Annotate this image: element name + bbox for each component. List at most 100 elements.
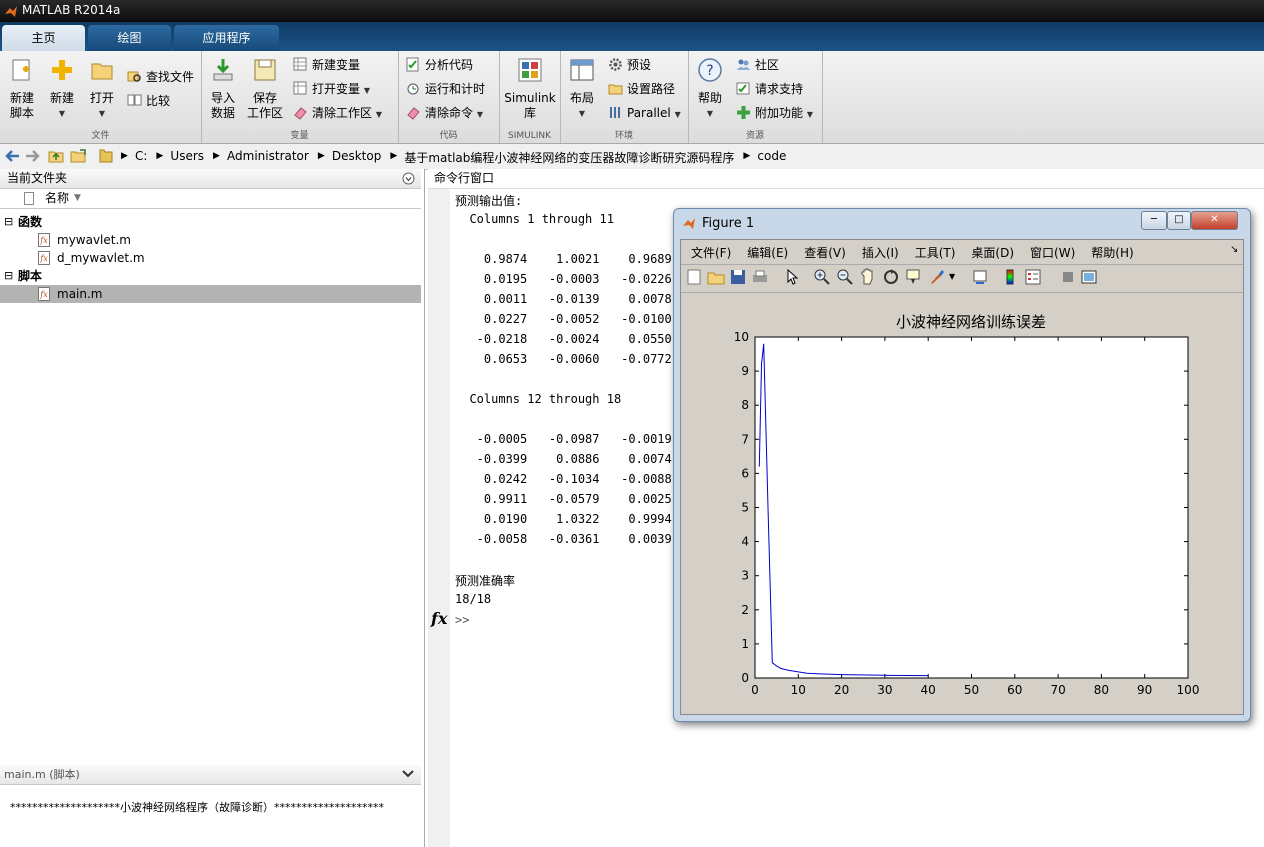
tree-group[interactable]: ⊟ 函数 xyxy=(0,213,421,231)
simulink-icon xyxy=(518,58,542,82)
new-figure-icon[interactable] xyxy=(685,268,703,286)
brush-icon[interactable] xyxy=(928,268,946,286)
zoom-out-icon[interactable] xyxy=(836,268,854,286)
figure-menu-item[interactable]: 工具(T) xyxy=(915,244,956,261)
simulink-library-button[interactable]: Simulink 库 xyxy=(503,55,557,121)
sort-desc-icon[interactable]: ▼ xyxy=(74,189,81,208)
show-plot-tools-icon[interactable] xyxy=(1080,268,1098,286)
chevron-down-icon[interactable]: ▼ xyxy=(477,110,483,119)
new-button[interactable]: 新建 ▼ xyxy=(44,55,80,121)
svg-text:fx: fx xyxy=(39,236,48,245)
breadcrumb-item[interactable]: Administrator xyxy=(227,149,309,163)
analyze-code-button[interactable]: 分析代码 xyxy=(406,55,473,75)
tab-apps[interactable]: 应用程序 xyxy=(174,25,279,51)
breadcrumb-separator-icon[interactable]: ▶ xyxy=(156,151,163,161)
chevron-down-icon[interactable]: ▼ xyxy=(807,110,813,119)
command-window-title: 命令行窗口 xyxy=(434,171,495,185)
breadcrumb-separator-icon[interactable]: ▶ xyxy=(121,151,128,161)
chevron-down-icon[interactable]: ▼ xyxy=(376,110,382,119)
file-list-item[interactable]: fx mywavlet.m xyxy=(0,231,421,249)
figure-menu-item[interactable]: 窗口(W) xyxy=(1030,244,1075,261)
data-cursor-icon[interactable] xyxy=(905,268,923,286)
print-icon[interactable] xyxy=(751,268,769,286)
panel-menu-icon[interactable] xyxy=(402,172,415,185)
layout-button[interactable]: 布局 ▼ xyxy=(566,55,598,121)
m-file-icon: fx xyxy=(38,287,50,301)
pan-hand-icon[interactable] xyxy=(859,268,877,286)
m-file-icon: fx xyxy=(38,233,50,247)
select-pointer-icon[interactable] xyxy=(783,268,801,286)
browse-folder-icon[interactable] xyxy=(70,148,87,164)
y-tick-label: 10 xyxy=(734,330,749,344)
back-arrow-icon[interactable] xyxy=(4,149,20,163)
up-folder-icon[interactable] xyxy=(48,148,64,164)
new-variable-button[interactable]: 新建变量 xyxy=(293,55,360,75)
rotate-3d-icon[interactable] xyxy=(882,268,900,286)
column-header: 名称 ▼ xyxy=(0,189,421,209)
open-button[interactable]: 打开 ▼ xyxy=(84,55,120,121)
zoom-in-icon[interactable] xyxy=(813,268,831,286)
parallel-button[interactable]: Parallel ▼ xyxy=(608,103,681,123)
figure-menu-item[interactable]: 文件(F) xyxy=(691,244,731,261)
add-ons-button[interactable]: 附加功能 ▼ xyxy=(736,103,813,123)
command-prompt[interactable]: >> xyxy=(455,613,469,627)
breadcrumb-item[interactable]: Users xyxy=(170,149,204,163)
axes-box[interactable] xyxy=(754,336,1189,679)
find-files-button[interactable]: 查找文件 xyxy=(127,67,194,87)
open-variable-button[interactable]: 打开变量 ▼ xyxy=(293,79,370,99)
analyze-code-label: 分析代码 xyxy=(425,58,474,72)
community-button[interactable]: 社区 xyxy=(736,55,779,75)
chevron-down-icon[interactable]: ▼ xyxy=(675,110,681,119)
file-list-item[interactable]: fx main.m xyxy=(0,285,421,303)
maximize-button[interactable]: □ xyxy=(1167,211,1191,230)
figure-menu-item[interactable]: 查看(V) xyxy=(804,244,846,261)
chevron-down-icon[interactable] xyxy=(402,769,414,779)
minimize-button[interactable]: ─ xyxy=(1141,211,1167,230)
close-button[interactable]: ✕ xyxy=(1191,211,1238,230)
chevron-down-icon[interactable]: ▼ xyxy=(949,268,967,286)
open-file-icon[interactable] xyxy=(707,268,725,286)
training-error-chart[interactable]: 小波神经网络训练误差 0 10 20 30 40 50 60 70 80 90 100 0 1 2 3 4 5 6… xyxy=(681,293,1243,712)
breadcrumb-separator-icon[interactable]: ▶ xyxy=(213,151,220,161)
tab-home[interactable]: 主页 xyxy=(2,25,85,51)
compare-button[interactable]: 比较 xyxy=(127,91,170,111)
figure-menu-item[interactable]: 桌面(D) xyxy=(971,244,1014,261)
figure-menu-item[interactable]: 编辑(E) xyxy=(747,244,788,261)
new-script-button[interactable]: 新建 脚本 xyxy=(4,55,40,121)
legend-icon[interactable] xyxy=(1024,268,1042,286)
clear-commands-button[interactable]: 清除命令 ▼ xyxy=(406,103,483,123)
colorbar-icon[interactable] xyxy=(1001,268,1019,286)
file-list-item[interactable]: fx d_mywavlet.m xyxy=(0,249,421,267)
x-tick-label: 40 xyxy=(921,683,936,697)
breadcrumb-separator-icon[interactable]: ▶ xyxy=(318,151,325,161)
breadcrumb-item[interactable]: code xyxy=(757,149,786,163)
breadcrumb-item[interactable]: C: xyxy=(135,149,147,163)
tree-group[interactable]: ⊟ 脚本 xyxy=(0,267,421,285)
clear-workspace-button[interactable]: 清除工作区 ▼ xyxy=(293,103,382,123)
request-support-button[interactable]: 请求支持 xyxy=(736,79,803,99)
save-icon[interactable] xyxy=(729,268,747,286)
chevron-down-icon[interactable]: ▼ xyxy=(364,86,370,95)
breadcrumb-separator-icon[interactable]: ▶ xyxy=(390,151,397,161)
run-and-time-button[interactable]: 运行和计时 xyxy=(406,79,485,99)
collapse-icon[interactable]: ⊟ xyxy=(4,213,13,231)
breadcrumb-item[interactable]: Desktop xyxy=(332,149,382,163)
figure-menu-item[interactable]: 帮助(H) xyxy=(1091,244,1133,261)
help-button[interactable]: ? 帮助 ▼ xyxy=(694,55,726,121)
forward-arrow-icon[interactable] xyxy=(25,149,41,163)
breadcrumb-item[interactable]: 基于matlab编程小波神经网络的变压器故障诊断研究源码程序 xyxy=(404,149,734,166)
breadcrumb-separator-icon[interactable]: ▶ xyxy=(743,151,750,161)
link-plot-icon[interactable] xyxy=(971,268,989,286)
collapse-icon[interactable]: ⊟ xyxy=(4,267,13,285)
tab-plots[interactable]: 绘图 xyxy=(88,25,171,51)
function-browser-icon[interactable]: fx xyxy=(431,609,447,628)
dock-arrow-icon[interactable]: ↘ xyxy=(1230,244,1238,255)
open-variable-icon xyxy=(293,81,307,95)
import-data-button[interactable]: 导入 数据 xyxy=(205,55,241,121)
figure-menu-item[interactable]: 插入(I) xyxy=(862,244,899,261)
hide-plot-tools-icon[interactable] xyxy=(1059,268,1077,286)
set-path-button[interactable]: 设置路径 xyxy=(608,79,675,99)
preferences-button[interactable]: 预设 xyxy=(608,55,651,75)
save-workspace-button[interactable]: 保存 工作区 xyxy=(245,55,285,121)
column-name-header[interactable]: 名称 xyxy=(45,189,69,208)
